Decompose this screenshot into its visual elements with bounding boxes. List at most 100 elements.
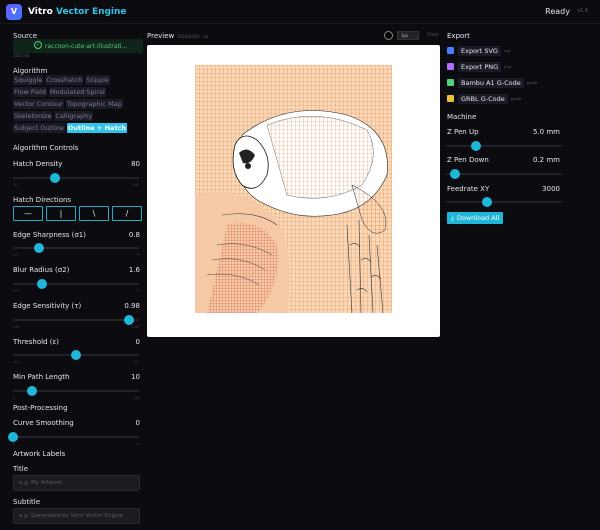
blur-radius-range: 0.5 5 [13, 289, 139, 293]
algorithm-controls-heading: Algorithm Controls [13, 144, 79, 152]
svg-file-icon [447, 47, 454, 54]
z-pen-down-value: 0.2 mm [533, 156, 560, 164]
app-title: Vitro Vector Engine [28, 6, 127, 17]
clear-button[interactable]: Clear [427, 33, 439, 38]
post-processing-heading: Post-Processing [13, 404, 68, 412]
z-pen-up-slider[interactable] [447, 141, 561, 151]
png-file-icon [447, 63, 454, 70]
pen-width-select[interactable]: 1px [397, 31, 419, 40]
preview-info: 1024x1024 · ok [177, 34, 209, 39]
edge-sharpness-range: 0.1 3 [13, 253, 139, 257]
export-heading: Export [447, 32, 470, 40]
slider-thumb[interactable] [123, 315, 134, 325]
threshold-value: 0 [135, 338, 140, 346]
hatch-density-range: 10 100 [13, 183, 139, 187]
algo-subject-outline[interactable]: Subject Outline [13, 123, 65, 133]
slider-thumb[interactable] [481, 197, 492, 207]
feedrate-label: Feedrate XY [447, 185, 490, 193]
top-bar: V Vitro Vector Engine Ready v1.4 [0, 0, 600, 24]
edge-sensitivity-value: 0.98 [124, 302, 140, 310]
slider-thumb[interactable] [36, 279, 47, 289]
blur-radius-label: Blur Radius (σ2) [13, 266, 70, 274]
algo-topographic-map[interactable]: Topographic Map [65, 99, 123, 109]
subtitle-label: Subtitle [13, 498, 41, 506]
algo-crosshatch[interactable]: Crosshatch [45, 75, 84, 85]
slider-thumb[interactable] [34, 243, 45, 253]
slider-thumb[interactable] [26, 386, 37, 396]
preview-heading: Preview [147, 32, 175, 40]
background-toggle[interactable] [384, 31, 393, 40]
threshold-slider[interactable] [13, 350, 139, 360]
z-pen-down-label: Z Pen Down [447, 156, 489, 164]
edge-sharpness-slider[interactable] [13, 243, 139, 253]
min-path-length-value: 10 [131, 373, 140, 381]
blur-radius-value: 1.6 [128, 266, 140, 274]
threshold-label: Threshold (ε) [13, 338, 59, 346]
min-path-length-slider[interactable] [13, 386, 139, 396]
hatch-horizontal-button[interactable]: — [13, 206, 43, 221]
hatch-density-slider[interactable] [13, 173, 139, 183]
status-text: Ready [545, 7, 570, 16]
slider-thumb[interactable] [71, 350, 81, 360]
z-pen-up-value: 5.0 mm [533, 128, 560, 136]
download-icon: ⤓ [451, 213, 454, 222]
algo-outline-hatch[interactable]: Outline + Hatch [66, 123, 128, 133]
hatch-vertical-button[interactable]: | [46, 206, 76, 221]
gear-icon [447, 95, 454, 102]
hatch-diagonal-back-button[interactable]: \ [79, 206, 109, 221]
title-label: Title [13, 465, 29, 473]
hatch-diagonal-forward-button[interactable]: / [112, 206, 142, 221]
algo-squiggle[interactable]: Squiggle [13, 75, 44, 85]
algo-modulated-spiral[interactable]: Modulated Spiral [48, 87, 106, 97]
vector-preview-image [195, 65, 392, 314]
slider-thumb[interactable] [449, 169, 460, 179]
export-grbl-gcode-button[interactable]: GRBL G-Code gcode [447, 93, 521, 104]
blur-radius-slider[interactable] [13, 279, 139, 289]
slider-thumb[interactable] [470, 141, 481, 151]
min-path-length-label: Min Path Length [13, 373, 70, 381]
algo-flow-field[interactable]: Flow Field [13, 87, 47, 97]
preview-canvas[interactable] [147, 45, 440, 337]
curve-smoothing-range: 05 [13, 442, 139, 446]
source-filename: raccoon-cute-art-illustrati... [45, 42, 128, 50]
curve-smoothing-label: Curve Smoothing [13, 419, 74, 427]
export-bambu-gcode-button[interactable]: Bambu A1 G-Code gcode [447, 77, 537, 88]
edge-sensitivity-range: 0.8 1.00 [13, 325, 139, 329]
check-circle-icon: ✓ [34, 41, 42, 49]
hatch-density-label: Hatch Density [13, 160, 63, 168]
machine-heading: Machine [447, 113, 477, 121]
algo-vector-contour[interactable]: Vector Contour [13, 99, 64, 109]
threshold-range: -0.1 0.1 [13, 360, 139, 364]
version-text: v1.4 [577, 8, 588, 14]
edge-sharpness-value: 0.8 [128, 231, 140, 239]
download-all-button[interactable]: ⤓ Download All [447, 212, 504, 224]
algorithm-heading: Algorithm [13, 67, 48, 75]
hatch-direction-buttons: — | \ / [13, 206, 142, 221]
export-png-button[interactable]: Export PNG png [447, 61, 511, 72]
algo-stipple[interactable]: Stipple [85, 75, 110, 85]
algo-skeletonize[interactable]: Skeletonize [13, 111, 53, 121]
printer-icon [447, 79, 454, 86]
edge-sharpness-label: Edge Sharpness (σ1) [13, 231, 86, 239]
hatch-directions-label: Hatch Directions [13, 196, 72, 204]
feedrate-slider[interactable] [447, 197, 561, 207]
edge-sensitivity-label: Edge Sensitivity (τ) [13, 302, 82, 310]
slider-thumb[interactable] [49, 173, 60, 183]
hatch-density-value: 80 [131, 160, 140, 168]
app-logo: V [6, 3, 22, 20]
algorithm-list: Squiggle Crosshatch Stipple Flow Field M… [13, 75, 145, 133]
z-pen-down-slider[interactable] [447, 169, 561, 179]
curve-smoothing-slider[interactable] [8, 432, 139, 442]
source-file-box[interactable]: ✓ raccoon-cute-art-illustrati... [13, 39, 143, 53]
subtitle-input[interactable]: e.g. Generated by Vitro Vector Engine [13, 508, 140, 524]
source-size: 1024 kb [13, 53, 30, 58]
export-svg-button[interactable]: Export SVG svg [447, 45, 510, 56]
feedrate-value: 3000 [542, 185, 560, 193]
algo-calligraphy[interactable]: Calligraphy [54, 111, 94, 121]
title-input[interactable]: e.g. My Artwork [13, 475, 140, 491]
slider-thumb[interactable] [8, 432, 18, 442]
min-path-length-range: 2 50 [13, 396, 139, 400]
edge-sensitivity-slider[interactable] [13, 315, 139, 325]
z-pen-up-label: Z Pen Up [447, 128, 479, 136]
artwork-labels-heading: Artwork Labels [13, 450, 66, 458]
